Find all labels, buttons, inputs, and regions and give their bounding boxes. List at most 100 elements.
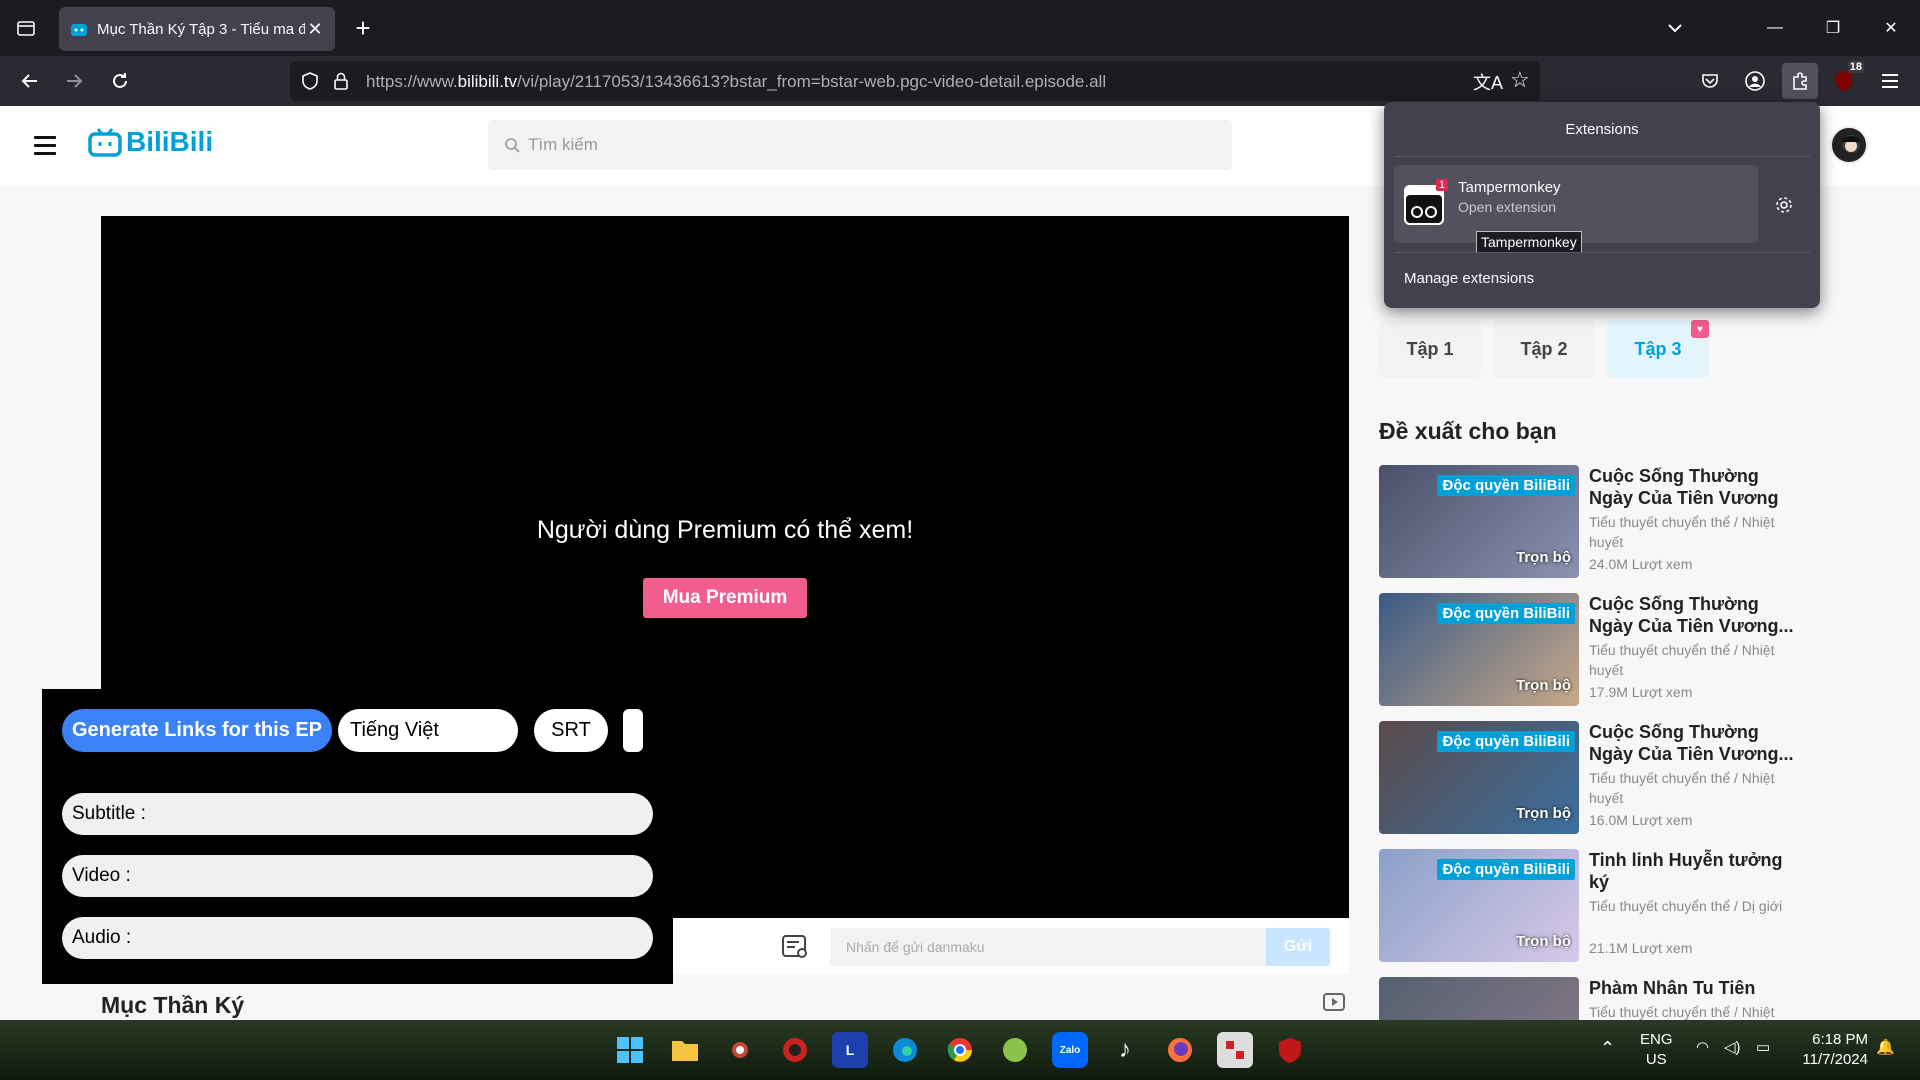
mcafee-icon[interactable] xyxy=(1272,1032,1308,1068)
tampermonkey-icon: 1 xyxy=(1404,179,1448,225)
episode-1-button[interactable]: Tập 1 xyxy=(1379,320,1481,378)
recommend-title[interactable]: Cuộc Sống Thường Ngày Của Tiên Vương xyxy=(1589,465,1799,509)
recommend-title[interactable]: Tinh linh Huyễn tưởng ký xyxy=(1589,849,1799,893)
bookmark-star-icon[interactable]: ☆ xyxy=(1510,67,1530,93)
list-item[interactable]: Độc quyền BiliBili Trọn bộ Cuộc Sống Thư… xyxy=(1379,465,1799,593)
site-menu-icon[interactable] xyxy=(34,136,56,155)
tab-overflow-chevron-icon[interactable] xyxy=(1652,10,1698,46)
lock-icon[interactable] xyxy=(332,71,350,91)
extensions-heading: Extensions xyxy=(1565,120,1639,138)
menu-hamburger-icon[interactable] xyxy=(1872,63,1908,99)
battery-icon[interactable]: ▭ xyxy=(1756,1038,1770,1058)
recommend-views: 17.9M Lượt xem xyxy=(1589,684,1693,700)
gear-icon[interactable] xyxy=(1768,189,1800,221)
chrome-icon[interactable] xyxy=(942,1032,978,1068)
avatar[interactable] xyxy=(1830,126,1868,164)
back-arrow-icon[interactable] xyxy=(12,63,48,99)
app-icon[interactable] xyxy=(722,1032,758,1068)
firefox-icon[interactable] xyxy=(1162,1032,1198,1068)
zalo-icon[interactable]: Zalo xyxy=(1052,1032,1088,1068)
recommend-views: 24.0M Lượt xem xyxy=(1589,556,1693,572)
tiktok-icon[interactable]: ♪ xyxy=(1107,1032,1143,1068)
bilibili-favicon-icon xyxy=(71,24,87,36)
url-text[interactable]: https://www.bilibili.tv/vi/play/2117053/… xyxy=(366,72,1106,92)
file-explorer-icon[interactable] xyxy=(667,1032,703,1068)
account-icon[interactable] xyxy=(1737,63,1773,99)
translate-icon[interactable]: 文A xyxy=(1473,69,1503,95)
userscript-panel: Generate Links for this EP Tiếng Việt SR… xyxy=(42,689,673,984)
app-icon[interactable] xyxy=(1217,1032,1253,1068)
search-input[interactable]: Tìm kiếm xyxy=(488,120,1232,170)
browser-nav-bar: https://www.bilibili.tv/vi/play/2117053/… xyxy=(0,56,1920,106)
thumbnail[interactable]: Độc quyền BiliBili Trọn bộ xyxy=(1379,849,1579,962)
notification-badge: 18 xyxy=(1847,61,1864,73)
browser-tab-bar: Mục Thần Ký Tập 3 - Tiểu ma đ ✕ + — ❐ ✕ xyxy=(0,0,1920,56)
list-item[interactable]: Phàm Nhân Tu Tiên Tiểu thuyết chuyển thể… xyxy=(1379,977,1799,1020)
thumbnail[interactable]: Độc quyền BiliBili Trọn bộ xyxy=(1379,593,1579,706)
episode-3-button[interactable]: Tập 3 ♥ xyxy=(1607,320,1709,378)
danmaku-send-button[interactable]: Gửi xyxy=(1266,928,1330,966)
video-field[interactable]: Video : xyxy=(62,855,653,897)
extension-name: Tampermonkey xyxy=(1458,179,1561,196)
list-item[interactable]: Độc quyền BiliBili Trọn bộ Cuộc Sống Thư… xyxy=(1379,721,1799,849)
recommend-genre: Tiểu thuyết chuyển thể / Nhiệt huyết xyxy=(1589,514,1775,550)
bilibili-logo[interactable]: BiliBili xyxy=(88,126,213,158)
app-icon[interactable]: L xyxy=(832,1032,868,1068)
danmaku-input[interactable]: Nhấn để gửi danmaku xyxy=(830,928,1266,966)
recommend-heading: Đề xuất cho bạn xyxy=(1379,418,1557,444)
series-title: Mục Thần Ký xyxy=(101,992,245,1018)
danmaku-settings-icon[interactable] xyxy=(781,934,809,960)
tracking-shield-icon[interactable] xyxy=(300,71,320,91)
subtitle-field[interactable]: Subtitle : xyxy=(62,793,653,835)
playlist-icon[interactable] xyxy=(1322,992,1348,1014)
thumbnail[interactable]: Độc quyền BiliBili Trọn bộ xyxy=(1379,465,1579,578)
manage-extensions-link[interactable]: Manage extensions xyxy=(1404,270,1534,287)
windows-start-icon[interactable] xyxy=(612,1032,648,1068)
tab-list-icon[interactable] xyxy=(8,10,44,46)
windows-taskbar: L Zalo ♪ ⌃ ENG US ◠ ◁) ▭ 6:18 PM 11/7/2024… xyxy=(0,1020,1920,1080)
language-select[interactable]: Tiếng Việt xyxy=(338,709,518,752)
recommend-genre: Tiểu thuyết chuyển thể / Dị giới xyxy=(1589,898,1783,914)
clock[interactable]: 6:18 PM 11/7/2024 xyxy=(1792,1030,1868,1070)
notification-bell-icon[interactable]: 🔔 xyxy=(1876,1038,1895,1058)
recommend-genre: Tiểu thuyết chuyển thể / Nhiệt huyết xyxy=(1589,642,1775,678)
reload-icon[interactable] xyxy=(102,63,138,99)
divider xyxy=(1394,156,1810,157)
episode-2-button[interactable]: Tập 2 xyxy=(1493,320,1595,378)
audio-field[interactable]: Audio : xyxy=(62,917,653,959)
generate-links-button[interactable]: Generate Links for this EP xyxy=(62,709,332,752)
extra-toggle[interactable] xyxy=(623,709,643,752)
buy-premium-button[interactable]: Mua Premium xyxy=(643,578,807,618)
tab-close-icon[interactable]: ✕ xyxy=(305,19,325,40)
list-item[interactable]: Độc quyền BiliBili Trọn bộ Tinh linh Huy… xyxy=(1379,849,1799,977)
heart-icon: ♥ xyxy=(1691,320,1709,338)
tooltip: Tampermonkey xyxy=(1476,231,1582,253)
thumbnail[interactable] xyxy=(1379,977,1579,1020)
list-item[interactable]: Độc quyền BiliBili Trọn bộ Cuộc Sống Thư… xyxy=(1379,593,1799,721)
wifi-icon[interactable]: ◠ xyxy=(1696,1038,1709,1058)
extensions-puzzle-icon[interactable] xyxy=(1782,63,1818,99)
pocket-icon[interactable] xyxy=(1692,63,1728,99)
address-bar[interactable]: https://www.bilibili.tv/vi/play/2117053/… xyxy=(290,61,1540,101)
forward-arrow-icon[interactable] xyxy=(56,63,92,99)
recommend-title[interactable]: Cuộc Sống Thường Ngày Của Tiên Vương... xyxy=(1589,593,1799,637)
tab-title: Mục Thần Ký Tập 3 - Tiểu ma đ xyxy=(97,20,305,38)
extensions-popup: Extensions 1 Tampermonkey Open extension… xyxy=(1384,102,1820,308)
volume-icon[interactable]: ◁) xyxy=(1724,1038,1741,1058)
maximize-button[interactable]: ❐ xyxy=(1810,10,1856,46)
format-select[interactable]: SRT xyxy=(534,709,608,752)
app-icon[interactable] xyxy=(777,1032,813,1068)
recommend-genre: Tiểu thuyết chuyển thể / Nhiệt huyết xyxy=(1589,770,1775,806)
edge-icon[interactable] xyxy=(887,1032,923,1068)
chevron-up-icon[interactable]: ⌃ xyxy=(1600,1038,1615,1058)
minimize-button[interactable]: — xyxy=(1752,10,1798,46)
input-language[interactable]: ENG US xyxy=(1640,1030,1673,1070)
thumbnail[interactable]: Độc quyền BiliBili Trọn bộ xyxy=(1379,721,1579,834)
recommend-title[interactable]: Cuộc Sống Thường Ngày Của Tiên Vương... xyxy=(1589,721,1799,765)
close-window-button[interactable]: ✕ xyxy=(1868,10,1914,46)
ublock-icon[interactable]: 18 xyxy=(1826,61,1864,99)
app-icon[interactable] xyxy=(997,1032,1033,1068)
recommend-title[interactable]: Phàm Nhân Tu Tiên xyxy=(1589,977,1799,999)
new-tab-button[interactable]: + xyxy=(345,10,381,46)
active-tab[interactable]: Mục Thần Ký Tập 3 - Tiểu ma đ ✕ xyxy=(59,7,335,51)
